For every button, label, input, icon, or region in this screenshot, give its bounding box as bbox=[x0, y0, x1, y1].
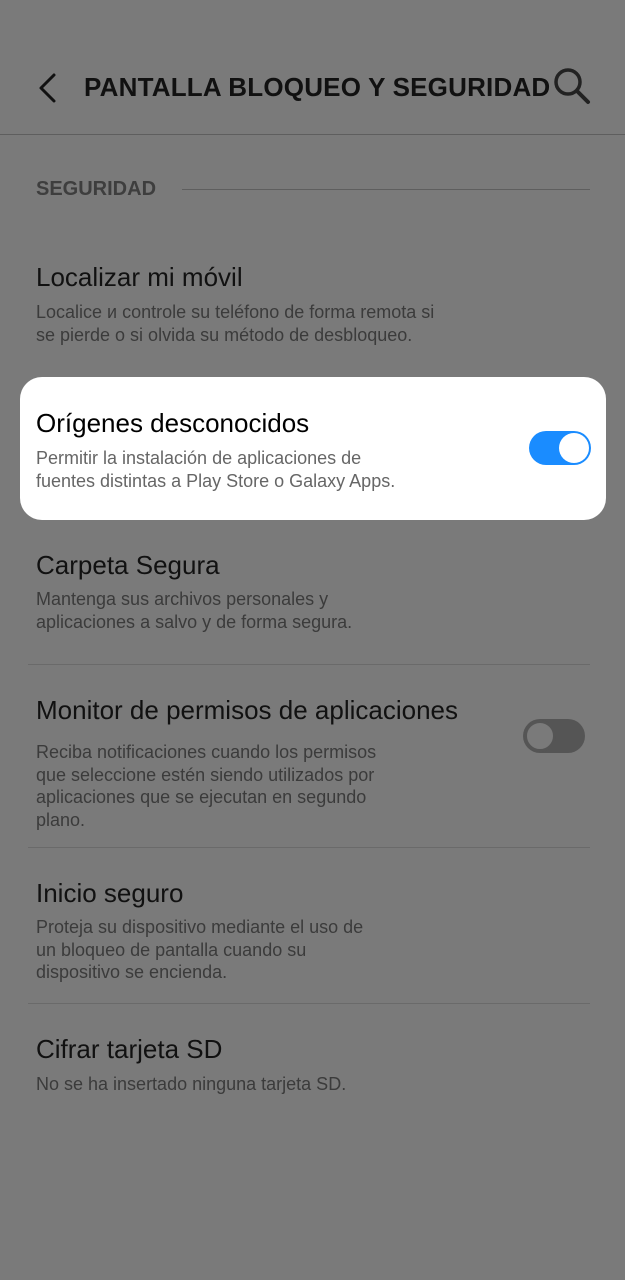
description-line: Reciba notificaciones cuando los permiso… bbox=[36, 742, 377, 762]
description-line: aplicaciones a salvo y de forma segura. bbox=[36, 611, 353, 632]
setting-app-permission-monitor[interactable]: Monitor de permisos de aplicaciones Reci… bbox=[0, 665, 625, 847]
setting-unknown-sources[interactable]: Orígenes desconocidos Permitir la instal… bbox=[20, 377, 606, 520]
setting-title: Cifrar tarjeta SD bbox=[36, 1034, 223, 1064]
back-button[interactable] bbox=[28, 68, 68, 108]
setting-title: Localizar mi móvil bbox=[36, 262, 243, 292]
description-line: un bloqueo de pantalla cuando su bbox=[36, 939, 307, 960]
search-icon bbox=[554, 68, 590, 104]
description-line: se pierde o si olvida su método de desbl… bbox=[36, 324, 413, 345]
description-line: fuentes distintas a Play Store o Galaxy … bbox=[36, 470, 396, 491]
section-header: SEGURIDAD bbox=[36, 176, 590, 202]
setting-description: Mantenga sus archivos personales y aplic… bbox=[36, 588, 352, 633]
description-line: Permitir la instalación de aplicaciones … bbox=[36, 448, 362, 468]
description-line: No se ha insertado ninguna tarjeta SD. bbox=[36, 1074, 347, 1094]
setting-secure-startup[interactable]: Inicio seguro Proteja su dispositivo med… bbox=[0, 848, 625, 1003]
page-title: PANTALLA BLOQUEO Y SEGURIDAD bbox=[84, 72, 551, 102]
description-line: Mantenga sus archivos personales y bbox=[36, 589, 329, 609]
setting-description: Reciba notificaciones cuando los permiso… bbox=[36, 741, 376, 831]
chevron-left-icon bbox=[39, 73, 56, 103]
description-line: Proteja su dispositivo mediante el uso d… bbox=[36, 917, 364, 937]
setting-encrypt-sd-card[interactable]: Cifrar tarjeta SD No se ha insertado nin… bbox=[0, 1004, 625, 1114]
setting-description: No se ha insertado ninguna tarjeta SD. bbox=[36, 1073, 346, 1096]
section-label: SEGURIDAD bbox=[36, 177, 157, 200]
description-line: aplicaciones que se ejecutan en segundo bbox=[36, 787, 367, 807]
app-bar: PANTALLA BLOQUEO Y SEGURIDAD bbox=[0, 0, 625, 135]
description-line: plano. bbox=[36, 809, 86, 830]
toggle-knob bbox=[559, 433, 589, 463]
description-line: Localice и controle su teléfono de forma… bbox=[36, 302, 435, 322]
setting-title: Orígenes desconocidos bbox=[36, 408, 310, 438]
setting-title: Inicio seguro bbox=[36, 878, 184, 908]
description-line: dispositivo se encienda. bbox=[36, 962, 228, 982]
description-line: que seleccione estén siendo utilizados p… bbox=[36, 764, 375, 785]
setting-description: Proteja su dispositivo mediante el uso d… bbox=[36, 916, 363, 984]
toggle-knob bbox=[524, 720, 556, 752]
setting-secure-folder[interactable]: Carpeta Segura Mantenga sus archivos per… bbox=[0, 540, 625, 660]
setting-title: Monitor de permisos de aplicaciones bbox=[36, 695, 458, 725]
section-divider bbox=[182, 188, 590, 190]
setting-description: Localice и controle su teléfono de forma… bbox=[36, 301, 434, 346]
setting-title: Carpeta Segura bbox=[36, 550, 220, 580]
search-button[interactable] bbox=[550, 64, 594, 108]
unknown-sources-toggle[interactable] bbox=[529, 431, 591, 465]
setting-find-my-mobile[interactable]: Localizar mi móvil Localice и controle s… bbox=[0, 250, 625, 360]
setting-description: Permitir la instalación de aplicaciones … bbox=[36, 447, 395, 492]
permission-monitor-toggle[interactable] bbox=[523, 719, 585, 753]
